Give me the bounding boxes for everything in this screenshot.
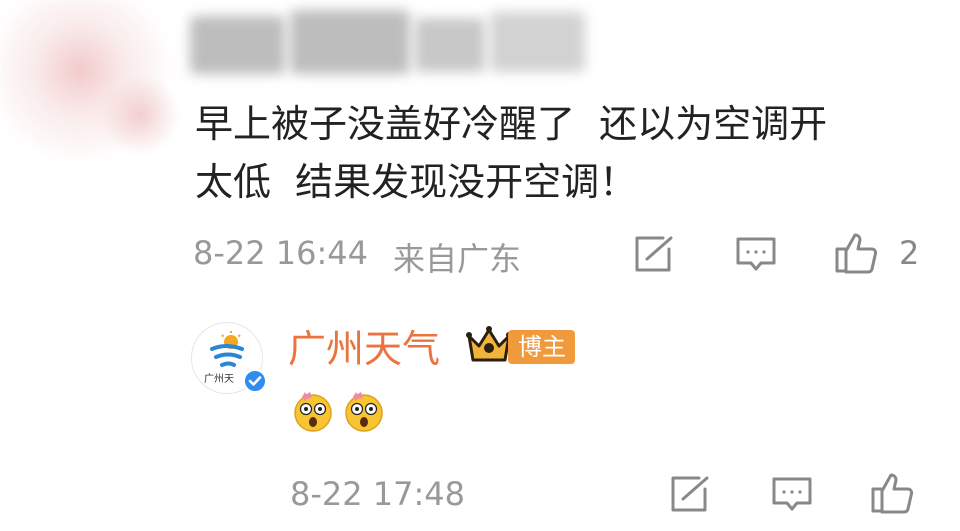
- shocked-face-emoji: [292, 389, 334, 433]
- reply-thumbs-up-icon[interactable]: [869, 468, 917, 516]
- verified-icon: [243, 369, 267, 393]
- reply-avatar-label: 广州天: [204, 374, 234, 385]
- reply-comment-icon[interactable]: [770, 474, 814, 514]
- crown-icon: [465, 324, 513, 366]
- shocked-face-emoji: [343, 389, 385, 433]
- commenter-avatar[interactable]: [0, 0, 200, 160]
- comment-location: 来自广东: [393, 240, 522, 278]
- share-icon[interactable]: [632, 234, 676, 274]
- thumbs-up-icon[interactable]: [833, 228, 881, 276]
- comment-text: 早上被子没盖好冷醒了 还以为空调开 太低 结果发现没开空调！: [195, 102, 828, 204]
- reply-share-icon[interactable]: [668, 474, 712, 514]
- like-count: 2: [899, 234, 920, 272]
- comment-time: 8-22 16:44: [193, 234, 369, 272]
- commenter-name-obscured[interactable]: [190, 6, 590, 86]
- reply-author-name[interactable]: 广州天气: [288, 318, 440, 373]
- comment-icon[interactable]: [734, 234, 778, 274]
- reply-time: 8-22 17:48: [290, 475, 466, 513]
- blogger-badge: 博主: [508, 330, 575, 364]
